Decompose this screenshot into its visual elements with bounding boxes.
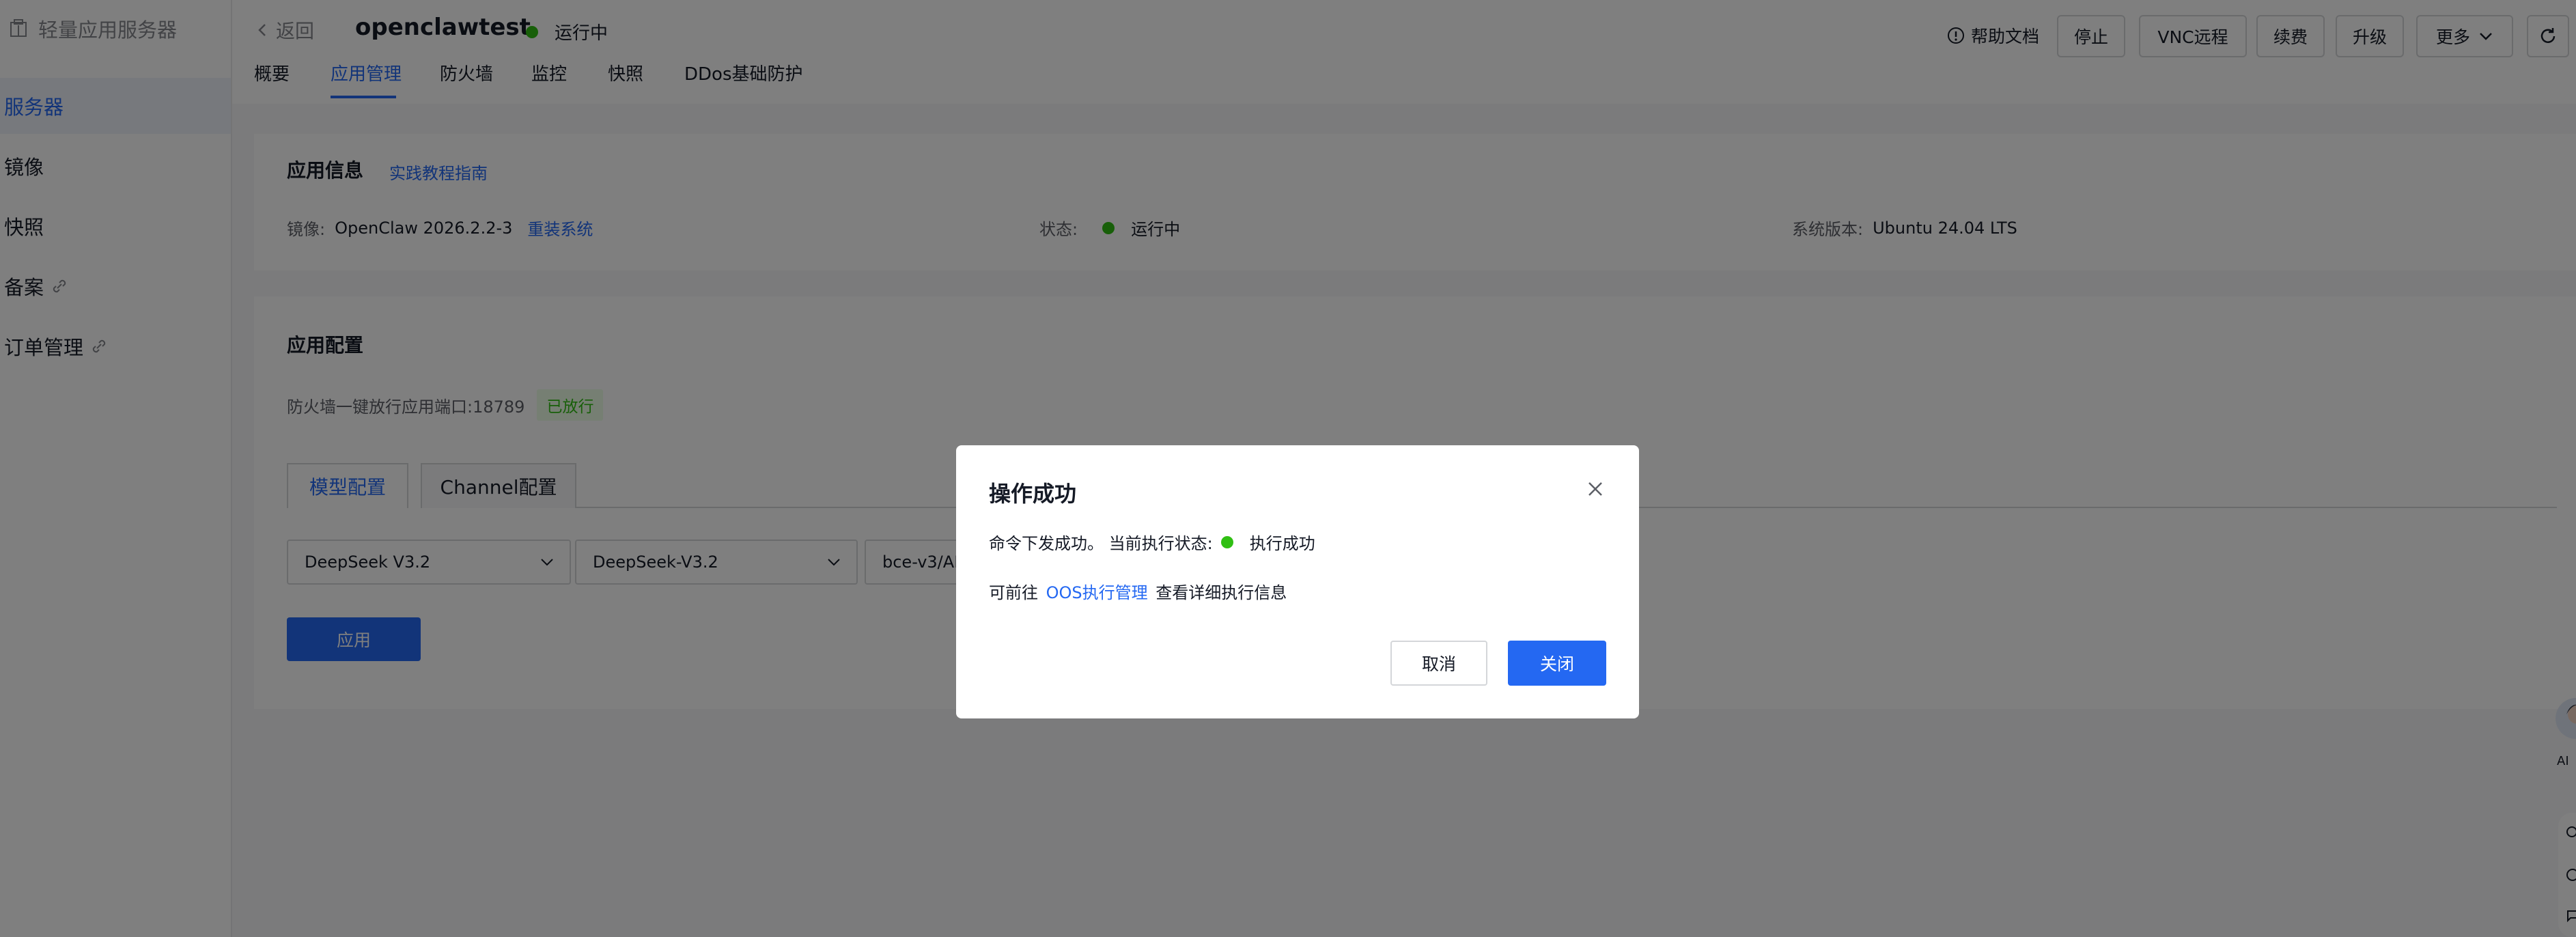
dialog-info-prefix: 可前往 [989,583,1038,602]
success-dialog: 操作成功 命令下发成功。 当前执行状态: 执行成功 可前往 OOS执行管理 查看… [956,445,1639,718]
dialog-status-text: 命令下发成功。 当前执行状态: [989,534,1213,553]
dialog-info-suffix: 查看详细执行信息 [1156,583,1287,602]
oos-link[interactable]: OOS执行管理 [1046,583,1148,602]
close-button[interactable]: 关闭 [1508,641,1606,686]
status-dot-icon [1220,535,1233,548]
close-icon[interactable] [1587,481,1604,497]
dialog-title: 操作成功 [989,481,1077,507]
cancel-button[interactable]: 取消 [1390,641,1487,686]
dialog-status-line: 命令下发成功。 当前执行状态: 执行成功 [989,530,1315,554]
dialog-status-value: 执行成功 [1249,534,1315,553]
dialog-info-line: 可前往 OOS执行管理 查看详细执行信息 [989,579,1287,603]
